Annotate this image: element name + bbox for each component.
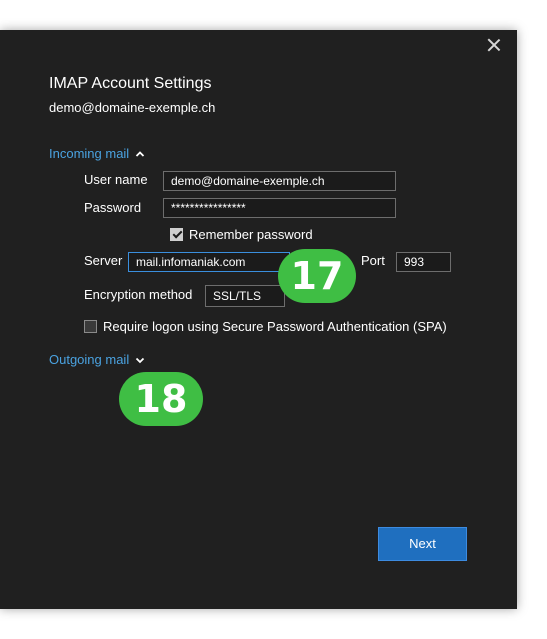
next-button[interactable]: Next: [378, 527, 467, 561]
step-badge-18: 18: [119, 372, 203, 426]
imap-settings-dialog: IMAP Account Settings demo@domaine-exemp…: [0, 30, 517, 609]
dialog-title: IMAP Account Settings: [49, 75, 212, 92]
spa-checkbox[interactable]: [84, 320, 97, 333]
password-field[interactable]: ****************: [163, 198, 396, 218]
username-field[interactable]: demo@domaine-exemple.ch: [163, 171, 396, 191]
port-label: Port: [361, 253, 385, 268]
outgoing-mail-toggle[interactable]: Outgoing mail: [49, 352, 145, 367]
port-field[interactable]: 993: [396, 252, 451, 272]
step-badge-17: 17: [278, 249, 356, 303]
account-email: demo@domaine-exemple.ch: [49, 100, 216, 115]
spa-label: Require logon using Secure Password Auth…: [103, 319, 447, 334]
outgoing-mail-label: Outgoing mail: [49, 352, 130, 367]
incoming-mail-toggle[interactable]: Incoming mail: [49, 146, 145, 161]
encryption-select[interactable]: SSL/TLS: [205, 285, 285, 307]
chevron-down-icon: [136, 357, 145, 363]
server-field[interactable]: mail.infomaniak.com: [128, 252, 290, 272]
close-icon[interactable]: [485, 36, 503, 54]
incoming-mail-label: Incoming mail: [49, 146, 130, 161]
remember-password-label: Remember password: [189, 227, 313, 242]
remember-password-checkbox[interactable]: [170, 228, 183, 241]
chevron-up-icon: [136, 150, 145, 157]
username-label: User name: [84, 172, 148, 187]
server-label: Server: [84, 253, 123, 268]
password-label: Password: [84, 200, 142, 215]
encryption-label: Encryption method: [84, 287, 193, 302]
